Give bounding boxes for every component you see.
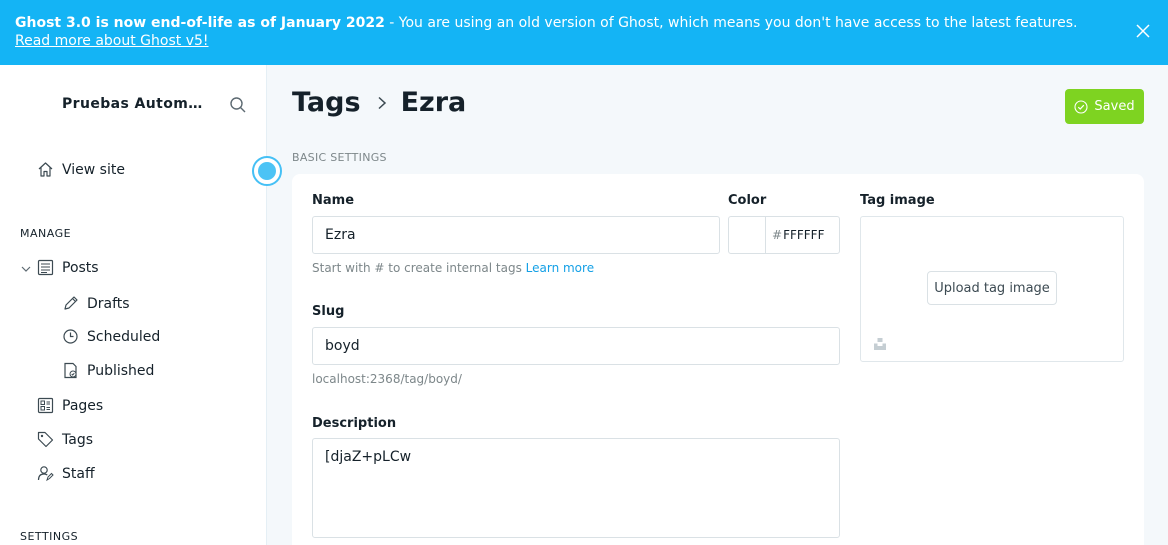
slug-input[interactable]: boyd (312, 327, 840, 365)
sidebar-toggle-handle[interactable] (252, 156, 282, 186)
basic-settings-heading: BASIC SETTINGS (292, 151, 387, 164)
sidebar-item-label: Staff (62, 465, 95, 482)
pages-icon (37, 397, 54, 414)
slug-url: localhost:2368/tag/boyd/ (312, 372, 462, 386)
learn-more-link[interactable]: Learn more (526, 261, 594, 275)
close-icon[interactable] (1134, 22, 1152, 40)
color-swatch[interactable] (729, 217, 766, 253)
tag-icon (37, 431, 54, 448)
sidebar-item-label: Drafts (87, 295, 130, 312)
name-hint-text: Start with # to create internal tags (312, 261, 526, 275)
clock-icon (63, 329, 78, 344)
description-label: Description (312, 416, 397, 431)
sidebar-item-published[interactable]: Published (62, 362, 154, 379)
name-label: Name (312, 193, 355, 208)
color-input[interactable]: FFFFFF (782, 217, 824, 253)
page-title: Ezra (400, 87, 467, 118)
upload-tag-image-button[interactable]: Upload tag image (927, 271, 1057, 305)
saved-label: Saved (1094, 99, 1135, 114)
update-banner: Ghost 3.0 is now end-of-life as of Janua… (0, 0, 1168, 65)
home-icon (38, 162, 53, 177)
view-site-link[interactable]: View site (37, 161, 125, 178)
sidebar-item-label: Published (87, 362, 155, 379)
breadcrumb: Tags Ezra (292, 87, 466, 118)
name-hint: Start with # to create internal tags Lea… (312, 261, 594, 275)
sidebar-item-posts[interactable]: Posts (37, 259, 99, 276)
sidebar-item-label: Scheduled (87, 328, 161, 345)
sidebar-item-label: Posts (62, 259, 99, 276)
slug-label: Slug (312, 304, 345, 319)
sidebar-item-tags[interactable]: Tags (37, 431, 93, 448)
saved-button[interactable]: Saved (1065, 89, 1144, 124)
sidebar-item-scheduled[interactable]: Scheduled (62, 328, 160, 345)
sidebar-item-staff[interactable]: Staff (37, 465, 95, 482)
chevron-right-icon (378, 96, 386, 109)
check-circle-icon (1074, 99, 1088, 114)
view-site-label: View site (62, 161, 125, 178)
color-picker: # FFFFFF (728, 216, 840, 254)
banner-link[interactable]: Read more about Ghost v5! (15, 33, 209, 49)
blog-title[interactable]: Pruebas Automatizadas (62, 96, 212, 112)
description-textarea[interactable]: [djaZ+pLCw (312, 438, 840, 538)
banner-text: - You are using an old version of Ghost,… (384, 15, 1078, 31)
manage-section-label: MANAGE (20, 227, 72, 240)
sidebar-item-drafts[interactable]: Drafts (62, 295, 130, 312)
sidebar-item-label: Tags (62, 431, 93, 448)
tag-image-uploader: Upload tag image (860, 216, 1124, 362)
color-label: Color (728, 193, 767, 208)
breadcrumb-tags-link[interactable]: Tags (292, 87, 361, 118)
pencil-icon (64, 296, 78, 310)
sidebar-item-pages[interactable]: Pages (37, 397, 103, 414)
banner-bold-text: Ghost 3.0 is now end-of-life as of Janua… (15, 15, 385, 31)
unsplash-icon[interactable] (873, 337, 887, 351)
sidebar-item-label: Pages (62, 397, 104, 414)
name-input[interactable]: Ezra (312, 216, 720, 254)
chevron-down-icon[interactable] (20, 263, 32, 275)
search-icon[interactable] (229, 96, 247, 114)
staff-icon (37, 466, 54, 482)
posts-icon (37, 259, 54, 276)
color-hash: # (772, 228, 783, 242)
published-icon (64, 362, 77, 379)
tag-image-label: Tag image (860, 193, 935, 208)
settings-section-label: SETTINGS (20, 530, 79, 543)
tag-settings-card: Name Ezra Start with # to create interna… (292, 174, 1144, 545)
sidebar: Pruebas Automatizadas View site MANAGE P… (0, 65, 267, 545)
banner-message: Ghost 3.0 is now end-of-life as of Janua… (15, 14, 1105, 50)
